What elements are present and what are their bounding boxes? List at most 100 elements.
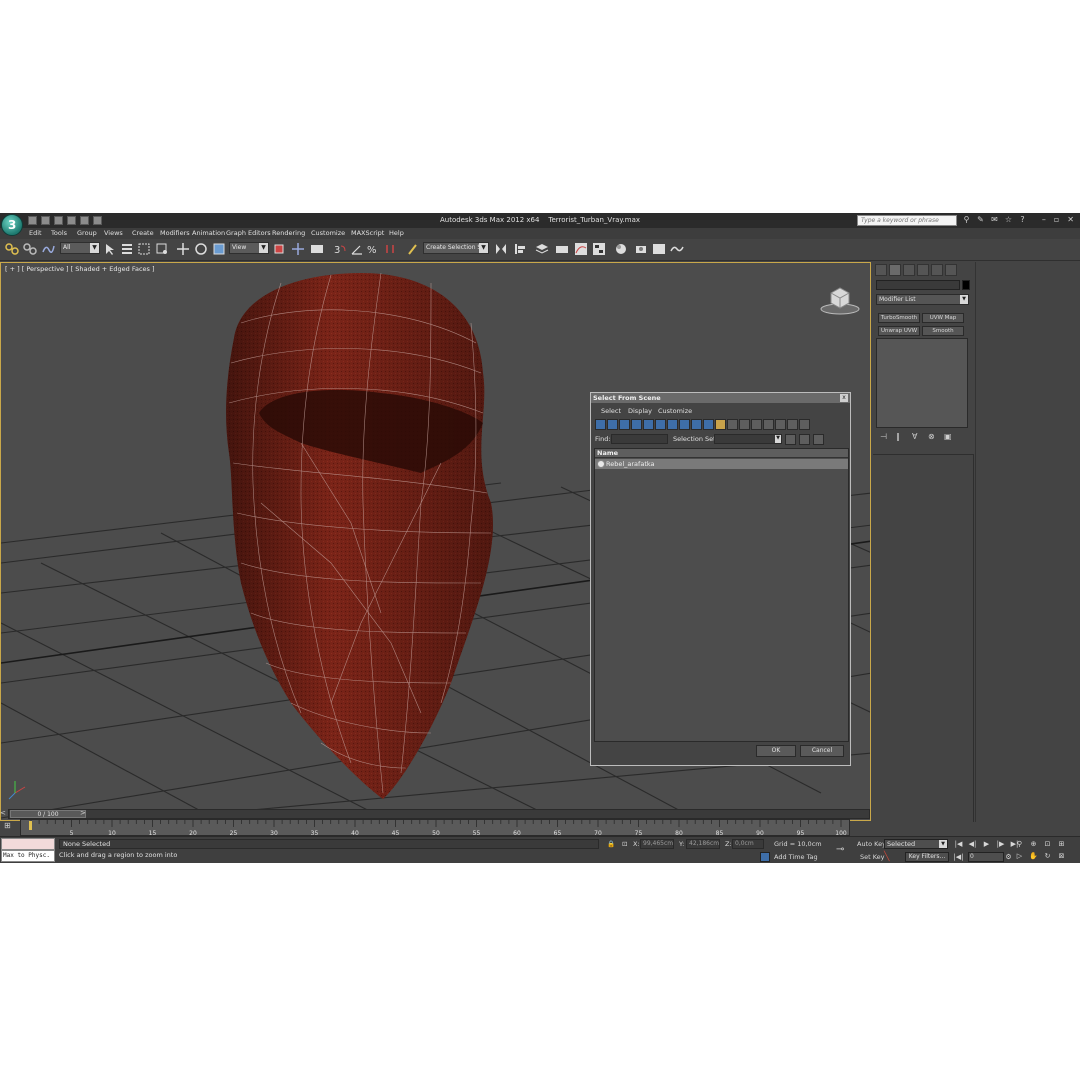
invert-display-icon[interactable] [763, 419, 774, 430]
select-none-icon[interactable] [787, 419, 798, 430]
mini-curve-editor-icon[interactable]: ⊞ [4, 821, 16, 833]
selection-set-dropdown[interactable]: ▼ [714, 434, 782, 444]
scene-object-list[interactable]: Name Rebel_arafatka [594, 448, 849, 742]
sync-selection-icon[interactable] [813, 434, 824, 445]
select-dependents-icon[interactable] [785, 434, 796, 445]
menu-modifiers[interactable]: Modifiers [160, 229, 190, 237]
utilities-tab-icon[interactable] [945, 264, 957, 276]
app-logo-icon[interactable]: 3 [1, 214, 23, 236]
layer-manager-icon[interactable] [535, 242, 549, 256]
remove-modifier-icon[interactable]: ⊗ [928, 432, 938, 442]
bind-space-warp-icon[interactable] [41, 242, 55, 256]
display-containers-icon[interactable] [703, 419, 714, 430]
window-crossing-icon[interactable] [155, 242, 169, 256]
menu-animation[interactable]: Animation [192, 229, 225, 237]
display-space-warps-icon[interactable] [655, 419, 666, 430]
menu-rendering[interactable]: Rendering [272, 229, 305, 237]
set-key-filter-icon[interactable]: ⊸ [836, 844, 844, 855]
rotate-icon[interactable] [194, 242, 208, 256]
show-end-result-icon[interactable]: ‖ [896, 432, 906, 442]
render-production-icon[interactable] [670, 242, 684, 256]
cancel-button[interactable]: Cancel [800, 745, 844, 757]
rendered-frame-window-icon[interactable] [652, 242, 666, 256]
mirror-icon[interactable] [494, 242, 508, 256]
pan-view-icon[interactable]: ✋ [1028, 851, 1039, 861]
display-bones-icon[interactable] [691, 419, 702, 430]
search-icon[interactable]: ⚲ [962, 215, 971, 225]
display-frozen-icon[interactable] [715, 419, 726, 430]
zoom-all-icon[interactable]: ⊕ [1028, 839, 1039, 849]
unlink-icon[interactable] [23, 242, 37, 256]
menu-help[interactable]: Help [389, 229, 404, 237]
menu-create[interactable]: Create [132, 229, 154, 237]
play-icon[interactable]: ▶ [981, 839, 992, 849]
maximize-icon[interactable]: ▫ [1054, 215, 1059, 224]
menu-tools[interactable]: Tools [51, 229, 67, 237]
motion-tab-icon[interactable] [917, 264, 929, 276]
align-icon[interactable] [513, 242, 527, 256]
time-slider[interactable]: 0 / 100 [8, 809, 870, 819]
z-coord-field[interactable]: 0,0cm [732, 839, 764, 849]
zoom-icon[interactable]: ⚲ [1014, 839, 1025, 849]
time-configuration-icon[interactable]: ⚙ [1003, 852, 1014, 862]
go-to-start-icon[interactable]: |◀ [953, 839, 964, 849]
set-key-icon[interactable]: ╲ [884, 852, 889, 862]
help-icon[interactable]: ? [1018, 215, 1027, 225]
display-groups-icon[interactable] [667, 419, 678, 430]
move-icon[interactable] [176, 242, 190, 256]
next-frame-icon[interactable]: |▶ [995, 839, 1006, 849]
graphite-modeling-tools-icon[interactable] [555, 242, 569, 256]
turbosmooth-button[interactable]: TurboSmooth [878, 313, 920, 323]
display-shapes-icon[interactable] [607, 419, 618, 430]
select-by-name-icon[interactable] [120, 242, 134, 256]
display-xrefs-icon[interactable] [679, 419, 690, 430]
subscription-icon[interactable]: ✎ [976, 215, 985, 225]
select-all-icon[interactable] [775, 419, 786, 430]
time-tag-icon[interactable] [760, 852, 770, 862]
rectangular-selection-icon[interactable] [137, 242, 151, 256]
time-slider-next[interactable]: > [80, 809, 88, 819]
menu-views[interactable]: Views [104, 229, 123, 237]
minimize-icon[interactable]: – [1042, 215, 1046, 224]
maxscript-listener-input[interactable] [1, 838, 55, 850]
modifier-list-dropdown[interactable]: Modifier List ▼ [876, 294, 969, 305]
keyboard-shortcut-override-icon[interactable] [310, 242, 324, 256]
add-time-tag[interactable]: Add Time Tag [774, 853, 818, 861]
modifier-stack[interactable] [876, 338, 968, 428]
schematic-view-icon[interactable] [592, 242, 606, 256]
edit-named-selection-icon[interactable] [406, 242, 420, 256]
communication-icon[interactable]: ✉ [990, 215, 999, 225]
render-setup-icon[interactable] [634, 242, 648, 256]
snaps-toggle-icon[interactable]: 3 [333, 242, 347, 256]
display-lights-icon[interactable] [619, 419, 630, 430]
percent-snap-icon[interactable]: % [366, 242, 380, 256]
angle-snap-icon[interactable] [350, 242, 364, 256]
menu-graph-editors[interactable]: Graph Editors [226, 229, 271, 237]
make-unique-icon[interactable]: ∀ [912, 432, 922, 442]
display-hidden-icon[interactable] [727, 419, 738, 430]
find-input[interactable] [611, 434, 668, 444]
key-selection-dropdown[interactable]: Selected ▼ [884, 839, 948, 849]
time-slider-thumb[interactable]: 0 / 100 [10, 810, 86, 818]
display-geometry-icon[interactable] [595, 419, 606, 430]
viewport-label[interactable]: [ + ] [ Perspective ] [ Shaded + Edged F… [5, 265, 155, 273]
key-mode-toggle-icon[interactable]: |◀| [953, 852, 964, 862]
selection-filter-dropdown[interactable]: All ▼ [60, 242, 100, 254]
unwrap-uvw-button[interactable]: Unwrap UVW [878, 326, 920, 336]
hierarchy-tab-icon[interactable] [903, 264, 915, 276]
curve-editor-icon[interactable] [574, 242, 588, 256]
filter-icon[interactable] [799, 419, 810, 430]
select-children-icon[interactable] [799, 434, 810, 445]
object-name-field[interactable] [876, 280, 960, 290]
modify-tab-icon[interactable] [889, 264, 901, 276]
viewcube-icon[interactable] [819, 285, 861, 315]
previous-frame-icon[interactable]: ◀| [967, 839, 978, 849]
dialog-menu-select[interactable]: Select [601, 407, 621, 415]
select-and-link-icon[interactable] [5, 242, 19, 256]
close-icon[interactable]: x [840, 394, 848, 402]
ok-button[interactable]: OK [756, 745, 796, 757]
menu-edit[interactable]: Edit [29, 229, 42, 237]
object-color-swatch[interactable] [962, 280, 970, 290]
select-manipulate-icon[interactable] [291, 242, 305, 256]
pin-stack-icon[interactable]: ⊣ [880, 432, 890, 442]
